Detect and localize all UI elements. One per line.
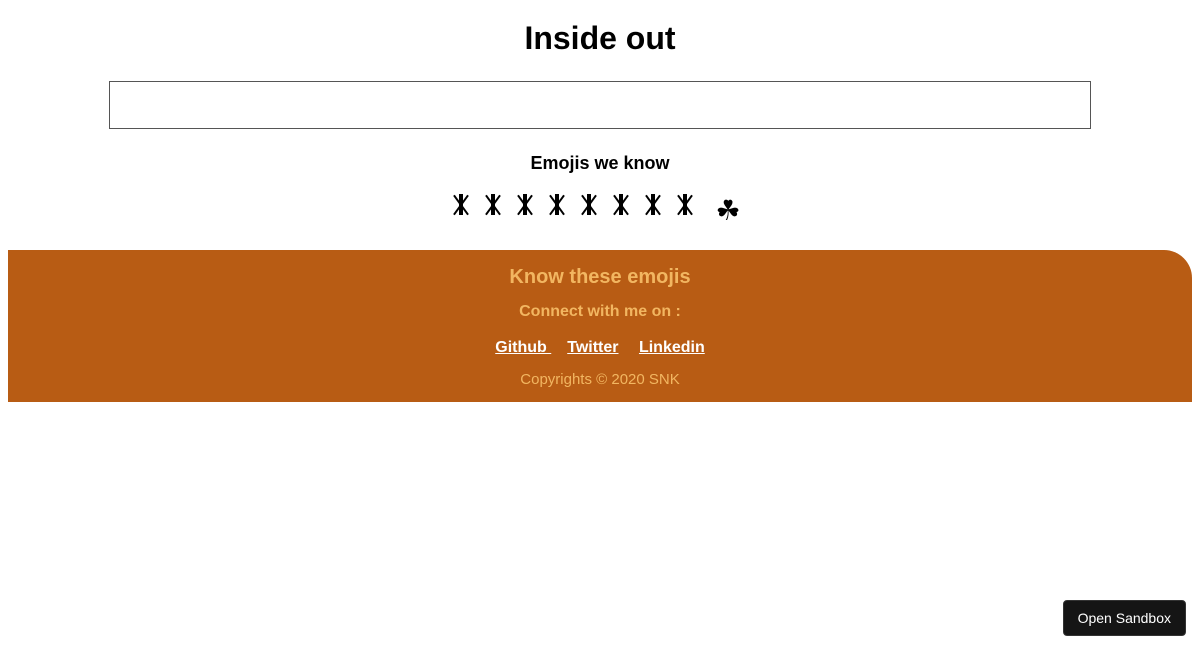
footer-title: Know these emojis bbox=[8, 266, 1192, 289]
linkedin-link[interactable]: Linkedin bbox=[639, 339, 705, 356]
footer: Know these emojis Connect with me on : G… bbox=[8, 250, 1192, 402]
emoji-row: ☘ bbox=[0, 196, 1200, 226]
app-container: Inside out Emojis we know ☘ Know these e… bbox=[0, 20, 1200, 402]
emoji-glyph-3[interactable] bbox=[523, 196, 527, 226]
shamrock-icon[interactable]: ☘ bbox=[715, 196, 740, 226]
emojis-heading: Emojis we know bbox=[0, 153, 1200, 174]
emoji-glyph-8[interactable] bbox=[683, 196, 687, 226]
twitter-link[interactable]: Twitter bbox=[567, 339, 618, 356]
open-sandbox-button[interactable]: Open Sandbox bbox=[1063, 600, 1186, 636]
emoji-glyph-4[interactable] bbox=[555, 196, 559, 226]
footer-copyright: Copyrights © 2020 SNK bbox=[8, 371, 1192, 388]
page-title: Inside out bbox=[0, 20, 1200, 57]
main-input[interactable] bbox=[109, 81, 1091, 129]
emoji-glyph-5[interactable] bbox=[587, 196, 591, 226]
emoji-glyph-6[interactable] bbox=[619, 196, 623, 226]
footer-links: Github Twitter Linkedin bbox=[8, 339, 1192, 357]
footer-connect-label: Connect with me on : bbox=[8, 303, 1192, 321]
emoji-glyph-1[interactable] bbox=[459, 196, 463, 226]
emoji-glyph-2[interactable] bbox=[491, 196, 495, 226]
emoji-glyph-7[interactable] bbox=[651, 196, 655, 226]
github-link[interactable]: Github bbox=[495, 339, 551, 356]
input-wrap bbox=[109, 81, 1091, 129]
